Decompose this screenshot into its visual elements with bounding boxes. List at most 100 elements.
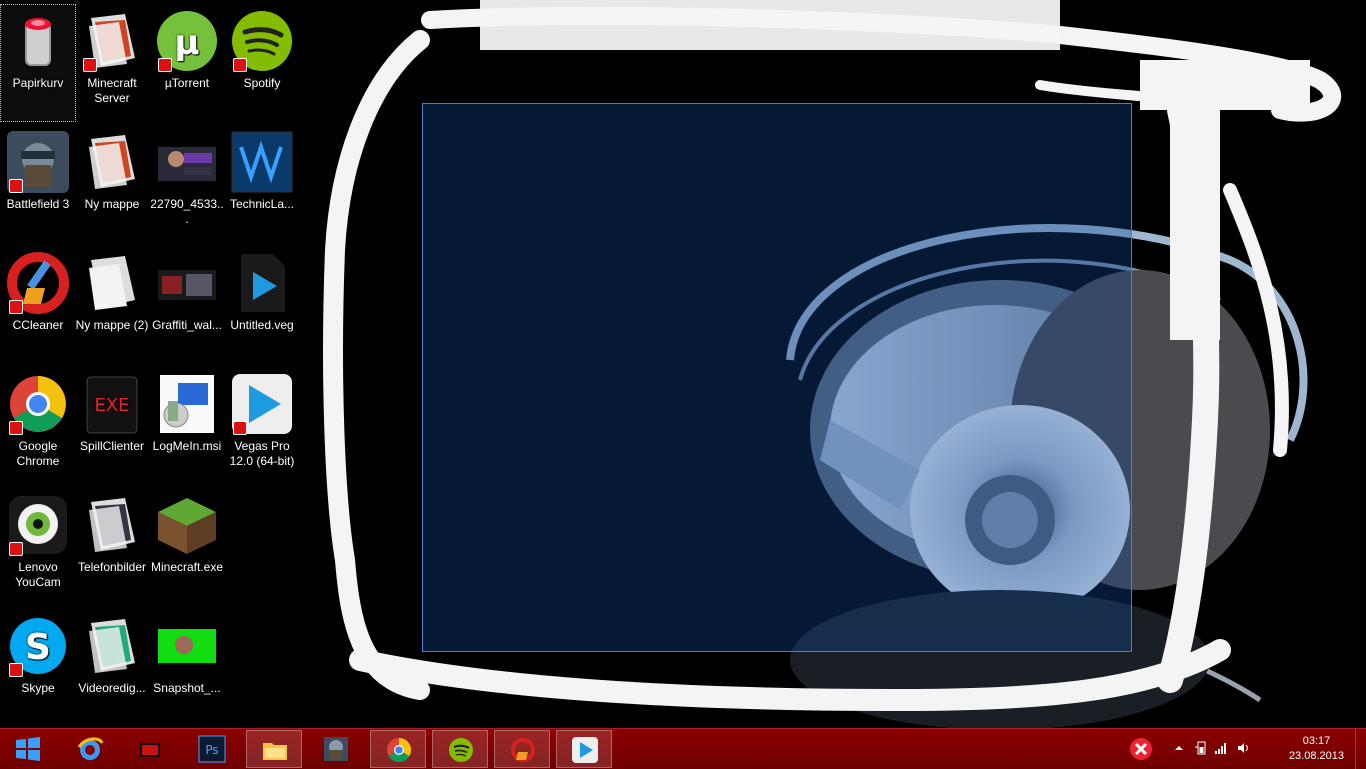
desktop-icon-recycle-bin[interactable]: Papirkurv (0, 4, 76, 122)
desktop-icon-videoredig[interactable]: Videoredig... (74, 609, 150, 727)
shortcut-arrow-icon (9, 179, 23, 193)
volume-speaker-icon[interactable] (1236, 741, 1250, 755)
power-battery-icon[interactable] (1194, 741, 1208, 755)
desktop-icon-spillclienter[interactable]: EXE SpillClienter (74, 367, 150, 485)
desktop-icon-youcam[interactable]: Lenovo YouCam (0, 488, 76, 606)
desktop-icon-label: Graffiti_wal... (152, 318, 222, 332)
desktop-icon-label: Ny mappe (2) (75, 318, 149, 332)
battlefield-icon (324, 737, 348, 761)
clock-date: 23.08.2013 (1288, 750, 1344, 762)
desktop-icon-spotify[interactable]: Spotify (224, 4, 300, 122)
desktop-icon-label: µTorrent (164, 76, 210, 90)
desktop-icon-label: Minecraft.exe (150, 560, 224, 574)
start-button[interactable] (0, 730, 56, 768)
taskbar-red-app[interactable] (122, 730, 178, 768)
selection-rectangle (422, 103, 1132, 652)
system-tray: 03:17 23.08.2013 (1126, 729, 1366, 769)
desktop-icon-label: Untitled.veg (230, 318, 294, 332)
battlefield-icon (5, 129, 71, 195)
desktop-icon-graffiti[interactable]: Graffiti_wal... (149, 246, 225, 364)
desktop-icon-techniclauncher[interactable]: TechnicLa... (224, 125, 300, 243)
folder-icon (79, 129, 145, 195)
photoshop-icon: Ps (198, 735, 226, 763)
desktop-icon-image-22790[interactable]: 22790_4533... (149, 125, 225, 243)
desktop-icon-label: LogMeIn.msi (152, 439, 222, 453)
desktop-icon-label: Ny mappe (84, 197, 140, 211)
chrome-icon (5, 371, 71, 437)
desktop-icon-untitled-veg[interactable]: Untitled.veg (224, 246, 300, 364)
desktop-icon-skype[interactable]: S Skype (0, 609, 76, 727)
desktop-icon-label: Vegas Pro 12.0 (64-bit) (229, 439, 295, 468)
image-thumbnail-icon (154, 613, 220, 679)
svg-text:µ: µ (174, 23, 199, 63)
taskbar-internet-explorer[interactable] (62, 730, 118, 768)
desktop-icon-label: Skype (21, 681, 55, 695)
show-hidden-icons-chevron-icon[interactable] (1172, 741, 1186, 755)
show-desktop-button[interactable] (1355, 729, 1366, 769)
shortcut-arrow-icon (158, 58, 172, 72)
red-app-icon (140, 743, 160, 757)
desktop-icon-battlefield[interactable]: Battlefield 3 (0, 125, 76, 243)
technic-launcher-icon (229, 129, 295, 195)
folder-icon (263, 743, 287, 760)
clock-time: 03:17 (1302, 735, 1331, 747)
desktop-icon-label: CCleaner (12, 318, 64, 332)
utorrent-icon: µ (154, 8, 220, 74)
image-thumbnail-icon (154, 129, 220, 195)
vegas-icon (229, 371, 295, 437)
chrome-icon (387, 738, 412, 763)
taskbar-clock[interactable]: 03:17 23.08.2013 (1289, 734, 1344, 764)
desktop-icon-label: 22790_4533... (150, 197, 224, 226)
desktop-icon-label: Minecraft Server (87, 76, 137, 105)
svg-text:S: S (25, 627, 51, 668)
desktop-icon-label: SpillClienter (79, 439, 145, 453)
minecraft-icon (154, 492, 220, 558)
webcam-icon (5, 492, 71, 558)
shortcut-arrow-icon (233, 58, 247, 72)
desktop-icon-chrome[interactable]: Google Chrome (0, 367, 76, 485)
desktop-icon-vegas-pro[interactable]: Vegas Pro 12.0 (64-bit) (224, 367, 300, 485)
desktop-icon-logmein[interactable]: LogMeIn.msi (149, 367, 225, 485)
shortcut-arrow-icon (233, 421, 247, 435)
svg-text:Ps: Ps (205, 743, 218, 757)
svg-text:EXE: EXE (94, 395, 129, 416)
shortcut-arrow-icon (9, 663, 23, 677)
shortcut-arrow-icon (9, 300, 23, 314)
taskbar: Ps 03:17 23.08.2013 (0, 728, 1366, 769)
vegas-file-icon (229, 250, 295, 316)
vegas-icon (572, 737, 598, 763)
taskbar-photoshop[interactable]: Ps (184, 730, 240, 768)
taskbar-ccleaner[interactable] (494, 730, 550, 768)
desktop-icon-label: Papirkurv (12, 76, 64, 90)
taskbar-battlefield[interactable] (308, 730, 364, 768)
desktop-icon-minecraft-server[interactable]: Minecraft Server (74, 4, 150, 122)
ccleaner-icon (5, 250, 71, 316)
shortcut-arrow-icon (83, 58, 97, 72)
desktop-icon-utorrent[interactable]: µ µTorrent (149, 4, 225, 122)
desktop-icon-snapshot[interactable]: Snapshot_... (149, 609, 225, 727)
shortcut-arrow-icon (9, 421, 23, 435)
taskbar-file-explorer[interactable] (246, 730, 302, 768)
network-signal-icon[interactable] (1214, 741, 1228, 755)
desktop-icon-label: Telefonbilder (77, 560, 147, 574)
shortcut-arrow-icon (9, 542, 23, 556)
taskbar-vegas[interactable] (556, 730, 612, 768)
desktop-icon-label: TechnicLa... (229, 197, 295, 211)
desktop-icon-ny-mappe-2[interactable]: Ny mappe (2) (74, 246, 150, 364)
tray-app-icon[interactable] (1126, 734, 1156, 764)
windows-logo-icon (16, 737, 40, 761)
desktop-icon-label: Lenovo YouCam (15, 560, 61, 589)
desktop-icon-label: Snapshot_... (153, 681, 221, 695)
folder-icon (79, 492, 145, 558)
image-thumbnail-icon (154, 250, 220, 316)
folder-icon (79, 613, 145, 679)
taskbar-chrome[interactable] (370, 730, 426, 768)
desktop-icon-ccleaner[interactable]: CCleaner (0, 246, 76, 364)
desktop-icon-telefonbilder[interactable]: Telefonbilder (74, 488, 150, 606)
desktop-icon-ny-mappe[interactable]: Ny mappe (74, 125, 150, 243)
desktop-icon-minecraft[interactable]: Minecraft.exe (149, 488, 225, 606)
taskbar-spotify[interactable] (432, 730, 488, 768)
skype-icon: S (5, 613, 71, 679)
desktop-icon-label: Spotify (243, 76, 281, 90)
desktop-icon-label: Battlefield 3 (6, 197, 70, 211)
